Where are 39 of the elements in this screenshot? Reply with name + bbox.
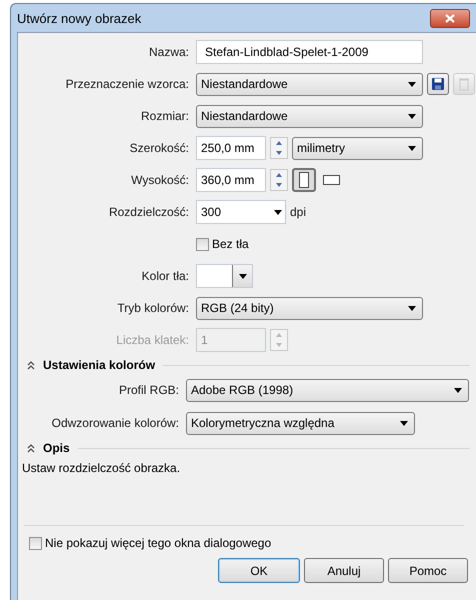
dropdown[interactable]: Niestandardowe bbox=[196, 104, 423, 128]
section-title: Opis bbox=[43, 441, 70, 455]
unit-label: dpi bbox=[290, 205, 306, 219]
save-icon[interactable] bbox=[427, 73, 449, 95]
window-title: Utwórz nowy obrazek bbox=[17, 10, 142, 26]
field-label: Nazwa: bbox=[148, 45, 189, 59]
field-label: Tryb kolorów: bbox=[116, 301, 189, 315]
spin-buttons[interactable] bbox=[270, 169, 288, 191]
checkbox[interactable]: Bez tła bbox=[196, 237, 249, 251]
dialog-button[interactable]: Pomoc bbox=[388, 558, 468, 583]
field-label: Liczba klatek: bbox=[115, 333, 189, 347]
field-label: Profil RGB: bbox=[118, 383, 179, 397]
dropdown[interactable]: Kolorymetryczna względna bbox=[186, 412, 415, 434]
spin-buttons[interactable] bbox=[270, 137, 288, 159]
field-label: Kolor tła: bbox=[140, 269, 189, 283]
portrait-icon[interactable] bbox=[292, 168, 316, 192]
field-label: Szerokość: bbox=[128, 141, 189, 155]
width-field[interactable]: 250,0 mm bbox=[196, 136, 266, 160]
dialog-button[interactable]: Anuluj bbox=[304, 558, 384, 583]
field-label: Rozdzielczość: bbox=[108, 205, 189, 219]
dont-show-checkbox[interactable]: Nie pokazuj więcej tego okna dialogowego bbox=[29, 536, 468, 550]
collapse-icon[interactable] bbox=[27, 360, 35, 370]
field-label: Odwzorowanie kolorów: bbox=[50, 416, 179, 430]
field-label: Przeznaczenie wzorca: bbox=[64, 77, 189, 91]
unit-dropdown[interactable]: milimetry bbox=[292, 136, 423, 160]
collapse-icon[interactable] bbox=[27, 444, 35, 452]
dropdown[interactable]: Adobe RGB (1998) bbox=[186, 378, 469, 402]
dropdown[interactable]: Niestandardowe bbox=[196, 72, 423, 96]
field-label: Wysokość: bbox=[130, 173, 189, 187]
resolution-field[interactable]: 300 bbox=[196, 200, 286, 224]
close-icon[interactable] bbox=[430, 8, 470, 28]
description-text: Ustaw rozdzielczość obrazka. bbox=[22, 461, 180, 475]
color-picker[interactable] bbox=[196, 264, 253, 288]
height-field[interactable]: 360,0 mm bbox=[196, 168, 266, 192]
dropdown[interactable]: RGB (24 bity) bbox=[196, 296, 423, 320]
section-title: Ustawienia kolorów bbox=[43, 358, 156, 372]
name-field[interactable]: Stefan-Lindblad-Spelet-1-2009 bbox=[196, 40, 423, 64]
field-label: Rozmiar: bbox=[140, 109, 189, 123]
dialog-button[interactable]: OK bbox=[218, 558, 300, 583]
